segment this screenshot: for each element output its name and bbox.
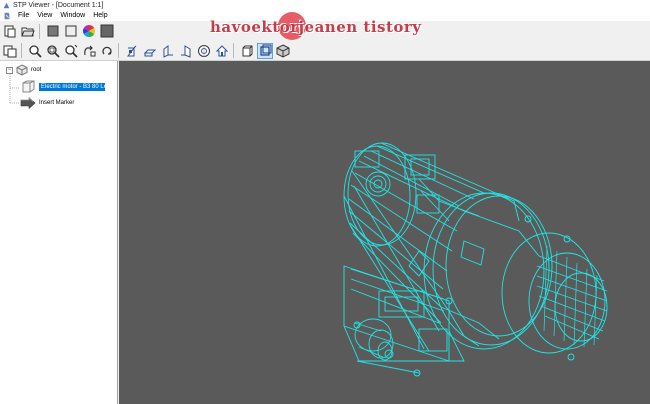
shade-flat-icon <box>242 45 253 56</box>
menu-file[interactable]: File <box>14 11 33 21</box>
shade-wire-icon <box>260 44 272 56</box>
tree-item-electric-motor[interactable]: Electric motor - B3 80 Le <box>20 80 105 93</box>
view-home-icon <box>215 44 229 56</box>
shade-wire-button[interactable] <box>257 42 273 59</box>
shade-hidden-button[interactable] <box>275 43 291 59</box>
3d-viewport[interactable] <box>119 61 650 404</box>
view-front-button[interactable] <box>124 43 140 59</box>
window-title: STP Viewer - [Document 1:1] <box>13 2 104 9</box>
color-button[interactable] <box>81 23 97 39</box>
assembly-icon <box>16 64 28 76</box>
tree-root[interactable]: − root <box>6 64 41 76</box>
view-left-icon <box>163 44 173 58</box>
select-icon <box>3 45 17 57</box>
zoom-button[interactable] <box>27 43 43 59</box>
app-window: STP Viewer - [Document 1:1] File View Wi… <box>0 0 650 404</box>
open-button[interactable] <box>20 23 36 39</box>
model-tree-panel: − root Electric motor - B3 80 Le Insert … <box>0 61 118 404</box>
menu-view[interactable]: View <box>33 11 56 21</box>
wire-box-button[interactable] <box>63 23 79 39</box>
rotate-button[interactable] <box>99 43 115 59</box>
view-right-button[interactable] <box>178 43 194 59</box>
select-button[interactable] <box>2 43 18 59</box>
zoom-fit-icon <box>65 44 78 58</box>
shade-hidden-icon <box>276 43 290 58</box>
toolbar-separator <box>39 23 40 39</box>
view-left-button[interactable] <box>160 43 176 59</box>
collapse-toggle[interactable]: − <box>6 66 13 74</box>
zoom-window-button[interactable] <box>45 43 61 59</box>
tree-item-insert-marker[interactable]: Insert Marker <box>20 97 74 109</box>
menu-help[interactable]: Help <box>89 11 111 21</box>
view-top-button[interactable] <box>142 43 158 59</box>
arrow-marker-icon <box>20 97 36 109</box>
toolbar-separator <box>21 43 22 58</box>
dark-box-icon <box>100 24 114 38</box>
tree-item-label: Electric motor - B3 80 Le <box>39 83 105 91</box>
rotate-icon <box>102 46 112 55</box>
view-iso-icon <box>198 44 210 57</box>
app-icon <box>3 2 10 9</box>
view-iso-button[interactable] <box>196 43 212 59</box>
view-right-icon <box>181 44 191 58</box>
view-front-icon <box>127 45 137 56</box>
tree-item-label: Insert Marker <box>39 100 75 106</box>
view-home-button[interactable] <box>214 43 230 59</box>
menu-window[interactable]: Window <box>56 11 89 21</box>
tree-root-label: root <box>31 67 42 73</box>
toolbar-separator <box>233 43 234 58</box>
pan-icon <box>84 45 96 56</box>
toolbar-separator <box>118 43 119 58</box>
solid-box-button[interactable] <box>45 23 61 39</box>
paste-button[interactable] <box>2 23 18 39</box>
wire-box-icon <box>65 25 77 37</box>
part-icon <box>22 80 35 93</box>
zoom-icon <box>29 44 42 58</box>
dark-box-button[interactable] <box>99 23 115 39</box>
open-folder-icon <box>21 27 35 37</box>
view-top-icon <box>143 49 157 56</box>
zoom-fit-button[interactable] <box>63 43 79 59</box>
solid-box-icon <box>47 25 59 37</box>
motor-wireframe-model <box>343 142 608 377</box>
paste-icon <box>4 25 16 38</box>
zoom-window-icon <box>47 44 60 58</box>
view-toolbar <box>0 41 650 61</box>
document-icon[interactable] <box>3 12 11 20</box>
title-bar: STP Viewer - [Document 1:1] <box>0 0 650 11</box>
watermark-text: havoektorjeanen tistory <box>210 18 422 36</box>
pan-button[interactable] <box>81 43 97 59</box>
color-wheel-icon <box>82 24 96 37</box>
shade-flat-button[interactable] <box>239 43 255 59</box>
